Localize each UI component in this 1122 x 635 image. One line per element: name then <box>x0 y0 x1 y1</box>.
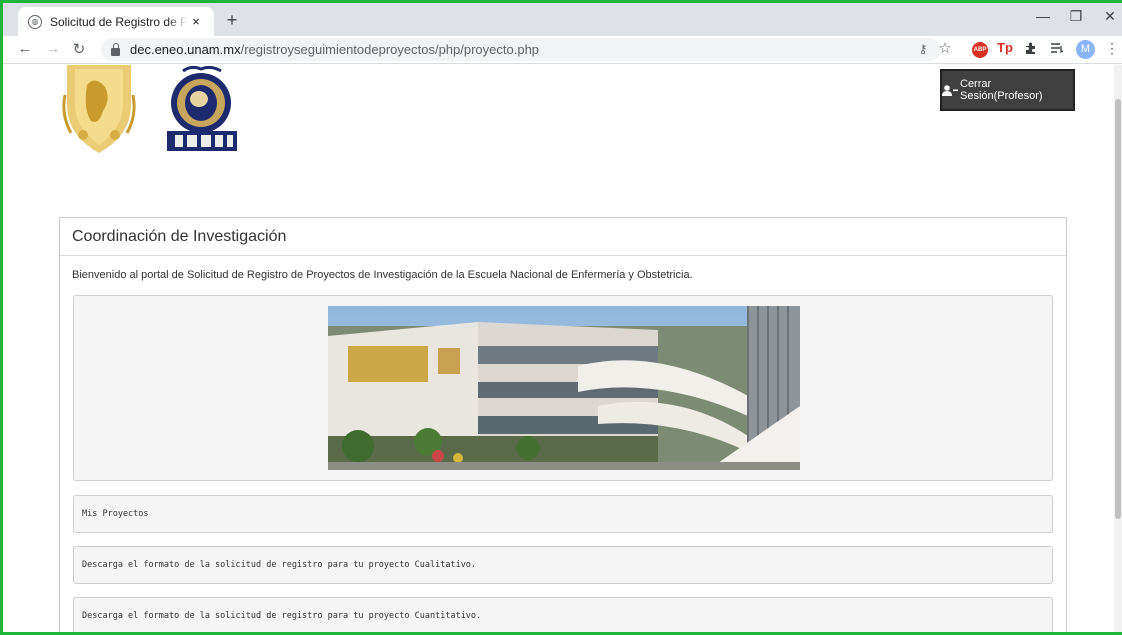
reload-icon[interactable]: ↻ <box>70 40 88 58</box>
panel-title: Coordinación de Investigación <box>60 218 1066 256</box>
link-formato-cualitativo[interactable]: Descarga el formato de la solicitud de r… <box>73 546 1053 584</box>
tab-close-icon[interactable]: × <box>188 14 204 29</box>
unam-logo <box>61 65 137 155</box>
url-host: dec.eneo.unam.mx <box>130 42 241 57</box>
user-icon <box>942 85 958 96</box>
tp-extension-icon[interactable]: Tp <box>996 40 1014 56</box>
eneo-logo <box>163 65 241 153</box>
reading-list-icon[interactable] <box>1048 41 1066 57</box>
profile-avatar[interactable]: M <box>1076 40 1095 59</box>
adblock-icon[interactable]: ABP <box>972 42 988 58</box>
main-panel: Coordinación de Investigación Bienvenido… <box>59 217 1067 635</box>
menu-icon[interactable]: ⋮ <box>1103 40 1121 56</box>
close-window-icon[interactable]: ✕ <box>1100 8 1120 25</box>
address-toolbar: ← → ↻ dec.eneo.unam.mx/registroyseguimie… <box>0 36 1122 64</box>
scrollbar-thumb[interactable] <box>1115 99 1121 519</box>
link-mis-proyectos[interactable]: Mis Proyectos <box>73 495 1053 533</box>
puzzle-icon[interactable] <box>1022 41 1040 57</box>
globe-icon: ◍ <box>28 14 42 29</box>
tab-bar: ◍ Solicitud de Registro de Proyectos × +… <box>0 0 1122 36</box>
restore-icon[interactable]: ❐ <box>1066 8 1086 25</box>
url-path: /registroyseguimientodeproyectos/php/pro… <box>240 42 540 57</box>
welcome-text: Bienvenido al portal de Solicitud de Reg… <box>72 269 693 281</box>
logout-button[interactable]: Cerrar Sesión(Profesor) <box>940 69 1075 111</box>
lock-icon <box>111 42 120 56</box>
minimize-icon[interactable]: — <box>1033 8 1053 24</box>
back-icon[interactable]: ← <box>16 40 34 57</box>
key-icon[interactable]: ⚷ <box>914 42 932 58</box>
page-content: Cerrar Sesión(Profesor) Coordinación de … <box>3 65 1115 635</box>
link-formato-cuantitativo[interactable]: Descarga el formato de la solicitud de r… <box>73 597 1053 635</box>
image-well <box>73 295 1053 481</box>
campus-photo <box>328 306 800 470</box>
new-tab-button[interactable]: + <box>222 10 242 31</box>
star-icon[interactable]: ☆ <box>936 39 954 57</box>
vertical-scrollbar[interactable] <box>1114 65 1122 635</box>
forward-icon[interactable]: → <box>44 40 62 57</box>
address-bar[interactable]: dec.eneo.unam.mx/registroyseguimientodep… <box>101 38 941 61</box>
browser-tab[interactable]: ◍ Solicitud de Registro de Proyectos × <box>18 7 214 36</box>
logout-label: Cerrar Sesión(Profesor) <box>960 78 1043 102</box>
tab-title: Solicitud de Registro de Proyectos <box>50 14 188 29</box>
